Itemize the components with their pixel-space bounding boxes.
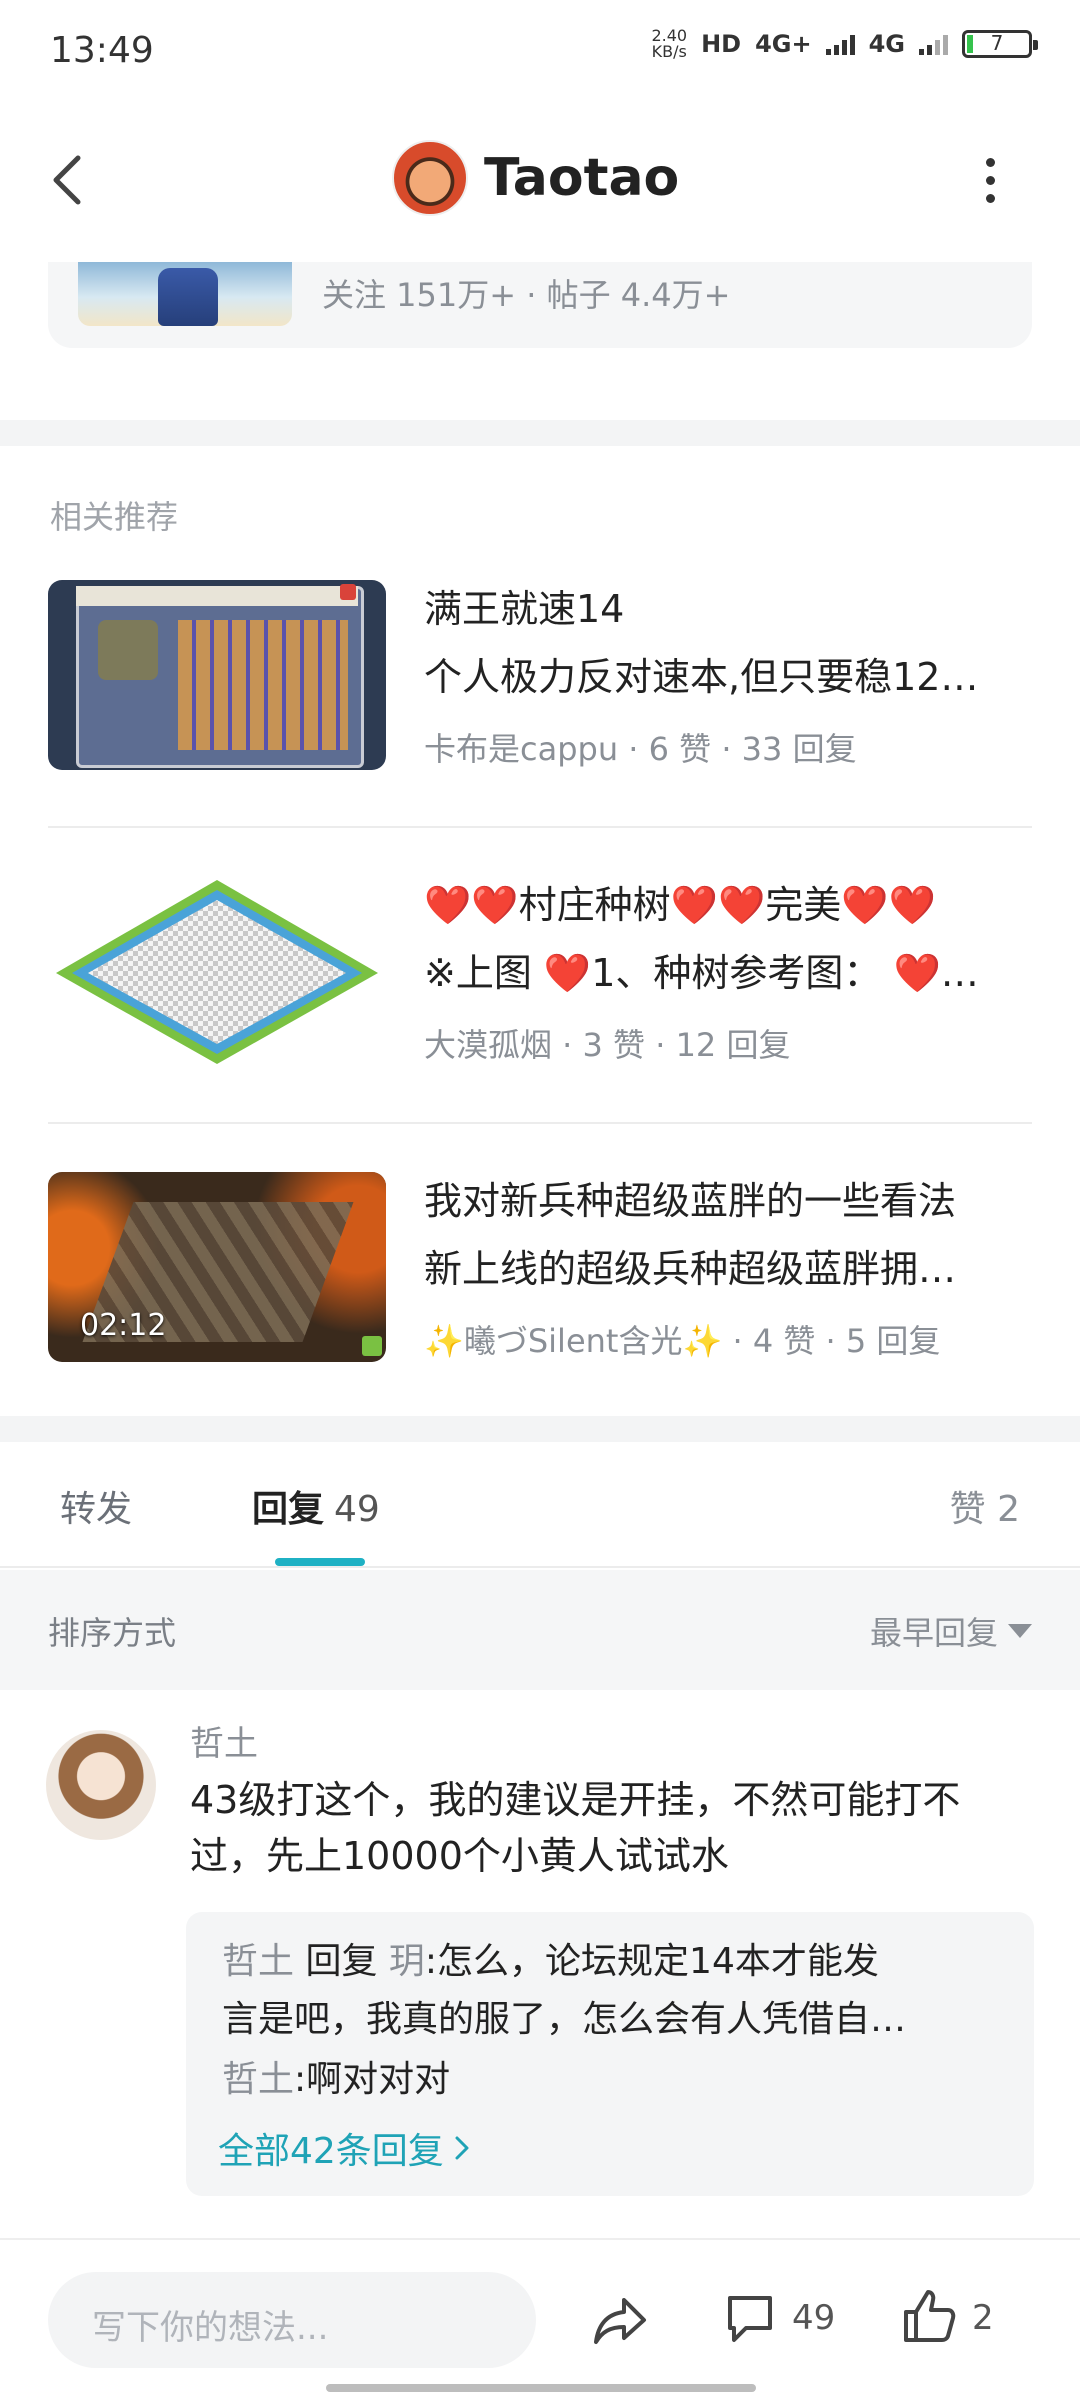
comment-button[interactable] <box>722 2290 778 2346</box>
all-replies-link[interactable]: 全部42条回复 <box>218 2122 472 2174</box>
reply-count: 49 <box>334 1489 380 1530</box>
related-item[interactable]: 满王就速14 个人极力反对速本,但只要稳12… 卡布是cappu · 6 赞 ·… <box>48 580 1032 770</box>
replies-box[interactable]: 哲土 回复 玥:怎么，论坛规定14本才能发 言是吧，我真的服了，怎么会有人凭借自… <box>186 1912 1034 2196</box>
related-item[interactable]: 02:12 我对新兵种超级蓝胖的一些看法 新上线的超级兵种超级蓝胖拥… ✨曦づS… <box>48 1172 1032 1362</box>
active-tab-indicator <box>275 1558 365 1566</box>
related-title: 满王就速14 <box>424 587 625 631</box>
thumbs-up-icon <box>904 2290 956 2342</box>
related-meta: 大漠孤烟 · 3 赞 · 12 回复 <box>424 1026 791 1064</box>
related-excerpt: 新上线的超级兵种超级蓝胖拥… <box>424 1247 957 1291</box>
related-section-title: 相关推荐 <box>50 498 179 536</box>
sort-dropdown[interactable]: 最早回复 <box>870 1608 1032 1654</box>
related-excerpt: 个人极力反对速本,但只要稳12… <box>424 655 979 699</box>
tab-like[interactable]: 赞 2 <box>950 1480 1020 1532</box>
home-indicator[interactable] <box>326 2384 756 2392</box>
signal-icon <box>825 33 855 55</box>
forum-thumbnail <box>78 262 292 326</box>
more-button[interactable] <box>986 158 1000 204</box>
reply-line: 哲土:啊对对对 <box>222 2059 451 2100</box>
related-title: ❤️❤️村庄种树❤️❤️完美❤️❤️ <box>424 883 936 927</box>
video-duration: 02:12 <box>80 1308 167 1343</box>
sim2-type: 4G <box>868 30 905 58</box>
sort-label: 排序方式 <box>48 1614 177 1652</box>
like-button[interactable] <box>900 2286 956 2346</box>
comment-input[interactable]: 写下你的想法... <box>48 2272 536 2368</box>
divider <box>48 1122 1032 1124</box>
app-logo-icon <box>362 1336 382 1356</box>
post-thumbnail <box>48 876 386 1066</box>
status-icons: 2.40 KB/s HD 4G+ 4G 7 <box>651 26 1038 61</box>
section-separator <box>0 1416 1080 1442</box>
video-thumbnail: 02:12 <box>48 1172 386 1362</box>
avatar[interactable] <box>46 1730 156 1840</box>
post-thumbnail <box>48 580 386 770</box>
divider <box>48 826 1032 828</box>
comment-count: 49 <box>792 2298 836 2338</box>
page-title: Taotao <box>484 148 680 208</box>
comment-body: 43级打这个，我的建议是开挂，不然可能打不过，先上10000个小黄人试试水 <box>190 1778 961 1878</box>
related-title: 我对新兵种超级蓝胖的一些看法 <box>424 1179 957 1223</box>
like-count: 2 <box>972 2298 994 2338</box>
header-author[interactable]: Taotao <box>392 140 679 216</box>
forum-stats: 关注 151万+ · 帖子 4.4万+ <box>322 276 731 314</box>
signal-icon <box>919 33 948 55</box>
status-time: 13:49 <box>50 30 154 71</box>
battery-icon: 7 <box>962 30 1038 58</box>
reply-line: 言是吧，我真的服了，怎么会有人凭借自… <box>222 1999 907 2040</box>
caret-down-icon <box>1008 1624 1032 1638</box>
section-separator <box>0 420 1080 446</box>
back-button[interactable] <box>44 150 94 210</box>
divider <box>0 1566 1080 1568</box>
comment-icon <box>728 2296 772 2342</box>
chevron-right-icon <box>455 2136 469 2160</box>
share-button[interactable] <box>590 2292 650 2348</box>
sim1-type: 4G+ <box>755 30 812 58</box>
comment-author[interactable]: 哲土 <box>190 1716 258 1765</box>
share-icon <box>594 2298 646 2344</box>
related-meta: ✨曦づSilent含光✨ · 4 赞 · 5 回复 <box>424 1322 941 1360</box>
related-meta: 卡布是cappu · 6 赞 · 33 回复 <box>424 730 857 768</box>
tab-reply[interactable]: 回复 49 <box>252 1480 380 1532</box>
related-excerpt: ※上图 ❤️1、种树参考图： ❤️… <box>424 951 979 995</box>
related-item[interactable]: ❤️❤️村庄种树❤️❤️完美❤️❤️ ※上图 ❤️1、种树参考图： ❤️… 大漠… <box>48 876 1032 1066</box>
tab-forward[interactable]: 转发 <box>60 1480 132 1532</box>
network-speed: 2.40 KB/s <box>651 26 688 61</box>
reply-line: 哲土 回复 玥:怎么，论坛规定14本才能发 <box>222 1941 879 1982</box>
avatar[interactable] <box>392 140 468 216</box>
hd-icon: HD <box>701 30 742 58</box>
chevron-left-icon <box>53 155 81 205</box>
comment-input-placeholder: 写下你的想法... <box>92 2308 329 2348</box>
village-layout-image <box>56 880 378 1064</box>
